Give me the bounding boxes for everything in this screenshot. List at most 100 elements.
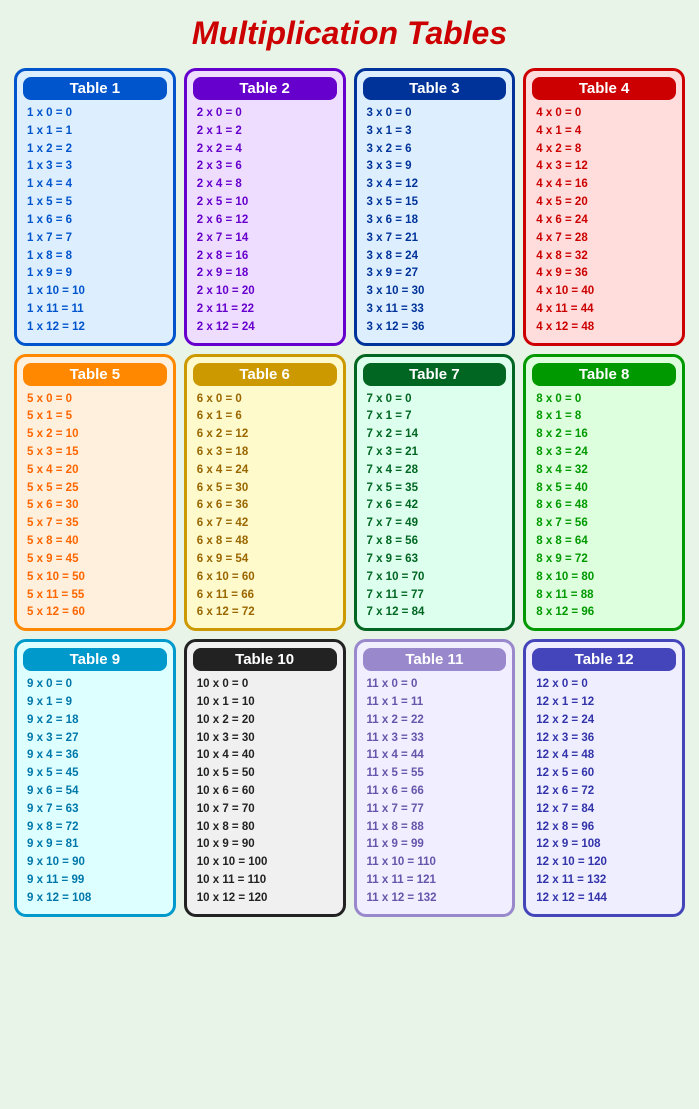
table-row: 1 x 4 = 4 xyxy=(27,176,167,194)
table-row: 7 x 6 = 42 xyxy=(367,497,507,515)
table-card-2: Table 22 x 0 = 02 x 1 = 22 x 2 = 42 x 3 … xyxy=(184,68,346,346)
table-row: 3 x 11 = 33 xyxy=(367,301,507,319)
table-row: 6 x 9 = 54 xyxy=(197,551,337,569)
table-row: 7 x 12 = 84 xyxy=(367,604,507,622)
table-row: 10 x 6 = 60 xyxy=(197,783,337,801)
table-row: 4 x 0 = 0 xyxy=(536,105,676,123)
table-card-11: Table 1111 x 0 = 011 x 1 = 1111 x 2 = 22… xyxy=(354,639,516,917)
table-row: 4 x 12 = 48 xyxy=(536,319,676,337)
table-row: 1 x 12 = 12 xyxy=(27,319,167,337)
table-card-10: Table 1010 x 0 = 010 x 1 = 1010 x 2 = 20… xyxy=(184,639,346,917)
table-row: 11 x 11 = 121 xyxy=(367,872,507,890)
table-row: 9 x 9 = 81 xyxy=(27,836,167,854)
table-row: 12 x 7 = 84 xyxy=(536,801,676,819)
table-row: 5 x 6 = 30 xyxy=(27,497,167,515)
table-row: 3 x 3 = 9 xyxy=(367,158,507,176)
table-row: 1 x 8 = 8 xyxy=(27,248,167,266)
table-header-9: Table 9 xyxy=(23,648,167,671)
table-row: 9 x 5 = 45 xyxy=(27,765,167,783)
table-row: 3 x 8 = 24 xyxy=(367,248,507,266)
table-row: 9 x 4 = 36 xyxy=(27,747,167,765)
table-row: 4 x 1 = 4 xyxy=(536,123,676,141)
table-body-3: 3 x 0 = 03 x 1 = 33 x 2 = 63 x 3 = 93 x … xyxy=(363,105,507,337)
table-row: 3 x 10 = 30 xyxy=(367,283,507,301)
table-row: 6 x 4 = 24 xyxy=(197,462,337,480)
table-row: 6 x 11 = 66 xyxy=(197,587,337,605)
table-row: 4 x 8 = 32 xyxy=(536,248,676,266)
table-row: 3 x 1 = 3 xyxy=(367,123,507,141)
table-row: 9 x 6 = 54 xyxy=(27,783,167,801)
table-row: 3 x 6 = 18 xyxy=(367,212,507,230)
table-row: 7 x 5 = 35 xyxy=(367,480,507,498)
table-row: 9 x 11 = 99 xyxy=(27,872,167,890)
table-body-9: 9 x 0 = 09 x 1 = 99 x 2 = 189 x 3 = 279 … xyxy=(23,676,167,908)
table-row: 10 x 9 = 90 xyxy=(197,836,337,854)
table-header-2: Table 2 xyxy=(193,77,337,100)
table-row: 6 x 12 = 72 xyxy=(197,604,337,622)
table-row: 2 x 12 = 24 xyxy=(197,319,337,337)
table-row: 9 x 1 = 9 xyxy=(27,694,167,712)
table-row: 5 x 12 = 60 xyxy=(27,604,167,622)
table-row: 7 x 9 = 63 xyxy=(367,551,507,569)
table-row: 4 x 6 = 24 xyxy=(536,212,676,230)
table-row: 2 x 10 = 20 xyxy=(197,283,337,301)
table-header-11: Table 11 xyxy=(363,648,507,671)
table-row: 5 x 3 = 15 xyxy=(27,444,167,462)
table-header-8: Table 8 xyxy=(532,363,676,386)
table-body-12: 12 x 0 = 012 x 1 = 1212 x 2 = 2412 x 3 =… xyxy=(532,676,676,908)
table-row: 11 x 3 = 33 xyxy=(367,730,507,748)
table-row: 11 x 7 = 77 xyxy=(367,801,507,819)
table-row: 7 x 8 = 56 xyxy=(367,533,507,551)
table-row: 6 x 10 = 60 xyxy=(197,569,337,587)
table-row: 9 x 10 = 90 xyxy=(27,854,167,872)
table-row: 9 x 7 = 63 xyxy=(27,801,167,819)
table-row: 3 x 9 = 27 xyxy=(367,265,507,283)
table-row: 8 x 5 = 40 xyxy=(536,480,676,498)
table-row: 8 x 8 = 64 xyxy=(536,533,676,551)
table-row: 6 x 1 = 6 xyxy=(197,408,337,426)
table-row: 11 x 10 = 110 xyxy=(367,854,507,872)
table-body-1: 1 x 0 = 01 x 1 = 11 x 2 = 21 x 3 = 31 x … xyxy=(23,105,167,337)
table-row: 2 x 7 = 14 xyxy=(197,230,337,248)
table-row: 5 x 2 = 10 xyxy=(27,426,167,444)
table-card-8: Table 88 x 0 = 08 x 1 = 88 x 2 = 168 x 3… xyxy=(523,354,685,632)
table-row: 2 x 6 = 12 xyxy=(197,212,337,230)
table-row: 7 x 2 = 14 xyxy=(367,426,507,444)
table-row: 3 x 12 = 36 xyxy=(367,319,507,337)
table-row: 4 x 5 = 20 xyxy=(536,194,676,212)
table-row: 8 x 11 = 88 xyxy=(536,587,676,605)
table-row: 6 x 8 = 48 xyxy=(197,533,337,551)
table-body-4: 4 x 0 = 04 x 1 = 44 x 2 = 84 x 3 = 124 x… xyxy=(532,105,676,337)
table-row: 5 x 5 = 25 xyxy=(27,480,167,498)
table-body-10: 10 x 0 = 010 x 1 = 1010 x 2 = 2010 x 3 =… xyxy=(193,676,337,908)
table-row: 7 x 10 = 70 xyxy=(367,569,507,587)
table-row: 2 x 4 = 8 xyxy=(197,176,337,194)
table-row: 1 x 3 = 3 xyxy=(27,158,167,176)
table-row: 7 x 4 = 28 xyxy=(367,462,507,480)
table-row: 10 x 10 = 100 xyxy=(197,854,337,872)
table-row: 8 x 12 = 96 xyxy=(536,604,676,622)
table-row: 10 x 7 = 70 xyxy=(197,801,337,819)
table-row: 8 x 2 = 16 xyxy=(536,426,676,444)
table-row: 11 x 9 = 99 xyxy=(367,836,507,854)
table-row: 11 x 2 = 22 xyxy=(367,712,507,730)
table-row: 12 x 8 = 96 xyxy=(536,819,676,837)
table-row: 1 x 1 = 1 xyxy=(27,123,167,141)
table-row: 12 x 5 = 60 xyxy=(536,765,676,783)
table-row: 7 x 0 = 0 xyxy=(367,391,507,409)
table-row: 5 x 0 = 0 xyxy=(27,391,167,409)
table-row: 10 x 5 = 50 xyxy=(197,765,337,783)
table-row: 10 x 0 = 0 xyxy=(197,676,337,694)
table-row: 11 x 4 = 44 xyxy=(367,747,507,765)
table-row: 3 x 7 = 21 xyxy=(367,230,507,248)
table-row: 10 x 2 = 20 xyxy=(197,712,337,730)
table-row: 7 x 3 = 21 xyxy=(367,444,507,462)
table-row: 5 x 7 = 35 xyxy=(27,515,167,533)
table-row: 6 x 5 = 30 xyxy=(197,480,337,498)
table-row: 11 x 12 = 132 xyxy=(367,890,507,908)
table-row: 7 x 11 = 77 xyxy=(367,587,507,605)
table-row: 1 x 9 = 9 xyxy=(27,265,167,283)
table-row: 2 x 11 = 22 xyxy=(197,301,337,319)
table-row: 8 x 7 = 56 xyxy=(536,515,676,533)
table-row: 6 x 7 = 42 xyxy=(197,515,337,533)
